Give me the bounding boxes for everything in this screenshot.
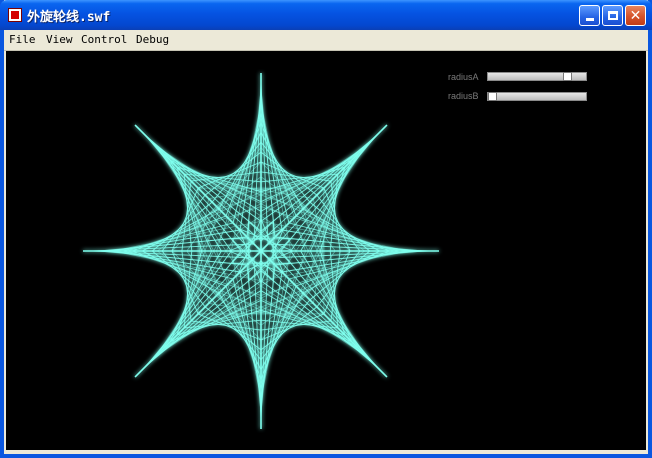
radius-a-label: radiusA <box>448 72 479 82</box>
epicycloid-drawing <box>83 73 439 429</box>
menu-bar: File View Control Debug <box>4 30 648 51</box>
window-title: 外旋轮线.swf <box>27 10 111 25</box>
pattern-line <box>260 161 325 189</box>
pattern-line <box>197 161 262 189</box>
menu-file[interactable]: File <box>9 33 36 46</box>
flash-app-icon[interactable] <box>8 8 22 22</box>
menu-control[interactable]: Control <box>81 33 127 46</box>
pattern-line <box>171 250 199 315</box>
close-icon: ✕ <box>629 7 642 24</box>
radius-b-slider[interactable] <box>487 92 587 101</box>
menu-view[interactable]: View <box>46 33 73 46</box>
radius-a-slider[interactable] <box>487 72 587 81</box>
pattern-line <box>323 187 351 252</box>
title-bar[interactable]: 外旋轮线.swf ✕ <box>0 0 652 30</box>
radius-a-slider-thumb[interactable] <box>563 72 572 81</box>
minimize-icon <box>585 18 594 21</box>
minimize-button[interactable] <box>579 5 600 26</box>
maximize-icon <box>607 11 618 20</box>
maximize-button[interactable] <box>602 5 623 26</box>
pattern-line <box>323 250 351 315</box>
menu-debug[interactable]: Debug <box>136 33 169 46</box>
pattern-line <box>260 313 325 341</box>
close-button[interactable]: ✕ <box>625 5 646 26</box>
pattern-line <box>197 313 262 341</box>
radius-b-label: radiusB <box>448 91 479 101</box>
radius-b-slider-thumb[interactable] <box>488 92 497 101</box>
flash-player-window: 外旋轮线.swf ✕ File View Control Debug radiu… <box>0 0 652 458</box>
flash-stage[interactable]: radiusA radiusB <box>6 51 646 450</box>
pattern-line <box>171 187 199 252</box>
